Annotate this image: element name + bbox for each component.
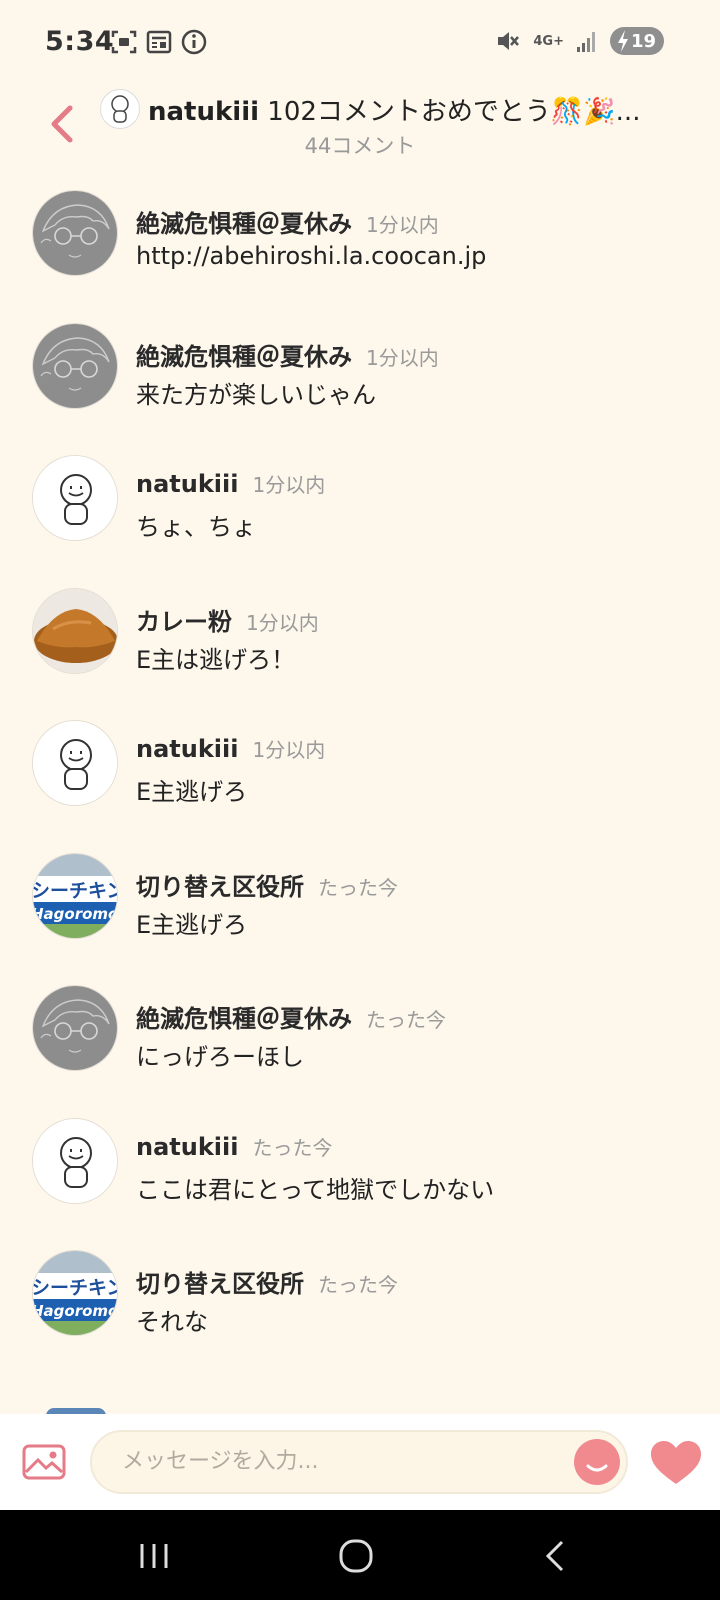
comment-time: たった今 <box>318 876 398 900</box>
page-title: natukiii 102コメントおめでとう🎊🎉... <box>148 91 640 128</box>
recent-apps-icon[interactable] <box>136 1538 176 1574</box>
comment-item[interactable]: natukiii 1分以内 E主逃げろ <box>0 720 720 830</box>
default-avatar-image <box>33 456 117 540</box>
heart-icon[interactable] <box>649 1440 703 1486</box>
default-avatar-image <box>33 1119 117 1203</box>
tuna-label-top: シーチキン <box>33 880 118 902</box>
comment-text: ここは君にとって地獄でしかない <box>136 1176 495 1204</box>
sketch-avatar-image <box>33 191 117 275</box>
comment-count: 44コメント <box>304 134 416 158</box>
comment-item[interactable]: カレー粉 1分以内 E主は逃げろ！ <box>0 588 720 698</box>
comment-author-name[interactable]: 絶滅危惧種＠夏休み <box>136 1005 352 1033</box>
comment-author-name[interactable]: natukiii <box>136 470 238 498</box>
image-picker-icon[interactable] <box>22 1444 66 1480</box>
charging-bolt-icon <box>618 30 628 52</box>
user-avatar[interactable]: シーチキン Hagoromo <box>32 853 118 939</box>
comment-author-name[interactable]: 切り替え区役所 <box>136 873 304 901</box>
comment-time: たった今 <box>318 1273 398 1297</box>
mute-icon <box>498 32 520 50</box>
system-nav-bar <box>0 1510 720 1600</box>
user-avatar[interactable] <box>32 455 118 541</box>
comment-author[interactable]: 絶滅危惧種＠夏休み たった今 <box>136 999 446 1034</box>
header: natukiii 102コメントおめでとう🎊🎉... 44コメント <box>0 86 720 162</box>
comment-text: ちょ、ちょ <box>136 513 256 541</box>
comment-time: たった今 <box>252 1136 333 1160</box>
message-input[interactable]: メッセージを入力... <box>90 1430 628 1494</box>
network-type: 4G+ <box>533 33 564 49</box>
comment-author-name[interactable]: カレー粉 <box>136 608 232 636</box>
comment-author[interactable]: 切り替え区役所 たった今 <box>136 1264 398 1299</box>
signal-icon <box>577 32 595 52</box>
comment-text: E主逃げろ <box>136 911 248 939</box>
comment-item[interactable]: 絶滅危惧種＠夏休み たった今 にっげろーほし <box>0 985 720 1095</box>
status-bar: 5:34 4G+ 19 <box>0 0 720 84</box>
comment-item[interactable]: 絶滅危惧種＠夏休み 1分以内 http://abehiroshi.la.cooca… <box>0 190 720 300</box>
comment-author-name[interactable]: 絶滅危惧種＠夏休み <box>136 343 352 371</box>
comment-item[interactable]: シーチキン Hagoromo 切り替え区役所 たった今 それな <box>0 1250 720 1360</box>
user-avatar[interactable] <box>32 190 118 276</box>
header-avatar[interactable] <box>100 89 140 129</box>
battery-indicator: 19 <box>610 27 664 55</box>
sketch-avatar-image <box>33 986 117 1070</box>
curry-powder-image <box>33 589 117 673</box>
comment-author[interactable]: 絶滅危惧種＠夏休み 1分以内 <box>136 204 439 239</box>
comment-item[interactable]: natukiii たった今 ここは君にとって地獄でしかない <box>0 1118 720 1228</box>
news-icon <box>146 30 172 54</box>
info-icon <box>181 29 207 55</box>
comment-author-name[interactable]: 切り替え区役所 <box>136 1270 304 1298</box>
screenshot-icon <box>111 30 137 54</box>
comment-item[interactable]: natukiii 1分以内 ちょ、ちょ <box>0 455 720 565</box>
user-avatar[interactable] <box>32 1118 118 1204</box>
comment-text: http://abehiroshi.la.coocan.jp <box>136 242 487 270</box>
post-title: 102コメントおめでとう🎊🎉... <box>259 97 641 127</box>
home-icon[interactable] <box>336 1538 376 1574</box>
emoji-button[interactable] <box>574 1439 620 1485</box>
comment-author-name[interactable]: 絶滅危惧種＠夏休み <box>136 210 352 238</box>
comment-text: E主は逃げろ！ <box>136 646 296 674</box>
comment-author[interactable]: カレー粉 1分以内 <box>136 602 319 637</box>
status-time: 5:34 <box>45 26 115 57</box>
comment-time: 1分以内 <box>246 611 319 635</box>
user-avatar[interactable] <box>32 323 118 409</box>
comment-item[interactable]: 絶滅危惧種＠夏休み 1分以内 来た方が楽しいじゃん <box>0 323 720 433</box>
comment-author[interactable]: natukiii たった今 <box>136 1132 332 1161</box>
tuna-can-image: シーチキン Hagoromo <box>33 1251 118 1335</box>
post-author: natukiii <box>148 97 260 127</box>
tuna-label-bottom: Hagoromo <box>33 1302 118 1320</box>
user-avatar[interactable] <box>32 720 118 806</box>
comment-author[interactable]: 絶滅危惧種＠夏休み 1分以内 <box>136 337 439 372</box>
comment-text: 来た方が楽しいじゃん <box>136 381 376 409</box>
comment-time: 1分以内 <box>366 346 439 370</box>
comment-author[interactable]: natukiii 1分以内 <box>136 734 325 763</box>
default-avatar-icon <box>111 95 129 123</box>
battery-level: 19 <box>630 30 656 52</box>
tuna-can-image: シーチキン Hagoromo <box>33 854 118 938</box>
comment-author[interactable]: natukiii 1分以内 <box>136 469 325 498</box>
default-avatar-image <box>33 721 117 805</box>
status-left-icons <box>110 28 208 56</box>
comment-time: 1分以内 <box>366 213 439 237</box>
comment-author-name[interactable]: natukiii <box>136 735 238 763</box>
smile-icon <box>586 1464 608 1472</box>
sketch-avatar-image <box>33 324 117 408</box>
back-icon[interactable] <box>536 1538 576 1574</box>
user-avatar[interactable] <box>32 985 118 1071</box>
tuna-label-top: シーチキン <box>33 1277 118 1299</box>
comment-text: にっげろーほし <box>136 1043 304 1071</box>
message-input-bar: メッセージを入力... <box>0 1414 720 1510</box>
user-avatar[interactable] <box>32 588 118 674</box>
comment-item[interactable]: シーチキン Hagoromo 切り替え区役所 たった今 E主逃げろ <box>0 853 720 963</box>
tuna-label-bottom: Hagoromo <box>33 905 118 923</box>
comment-author-name[interactable]: natukiii <box>136 1133 238 1161</box>
comment-text: それな <box>136 1308 208 1336</box>
comment-author[interactable]: 切り替え区役所 たった今 <box>136 867 398 902</box>
comment-time: たった今 <box>366 1008 446 1032</box>
status-right-icons: 4G+ 19 <box>495 27 664 55</box>
comment-time: 1分以内 <box>252 473 326 497</box>
comment-time: 1分以内 <box>252 738 326 762</box>
user-avatar[interactable]: シーチキン Hagoromo <box>32 1250 118 1336</box>
comment-text: E主逃げろ <box>136 778 248 806</box>
